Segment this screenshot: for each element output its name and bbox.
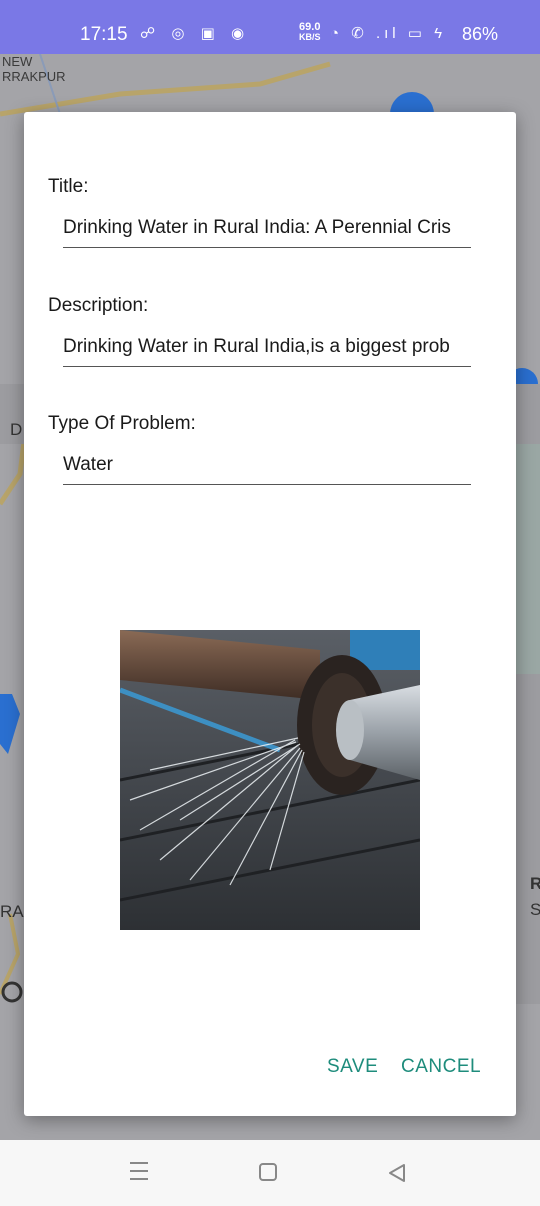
- cancel-button[interactable]: CANCEL: [401, 1056, 481, 1078]
- map-side-text: RA: [0, 902, 24, 921]
- network-speed-value: 69.0: [299, 21, 321, 33]
- map-side-text: R: [530, 874, 540, 893]
- status-bar: 17:15 ☍ ◎ ▣ ◉ 69.0 KB/S ◔ ✆ .ıl ▭ ϟ 86%: [0, 0, 540, 54]
- map-area-label: NEW RRAKPUR: [2, 54, 66, 84]
- notification-icons: ☍ ◎ ▣ ◉: [140, 25, 251, 42]
- battery-percent: 86%: [462, 24, 499, 44]
- map-side-text: S: [530, 900, 540, 919]
- map-side-text: D: [10, 420, 23, 439]
- network-speed: 69.0 KB/S: [299, 21, 321, 43]
- problem-type-field[interactable]: Water: [63, 447, 471, 485]
- leaking-pipe-image: [120, 630, 420, 930]
- description-label: Description:: [48, 295, 149, 316]
- title-label: Title:: [48, 176, 89, 197]
- map-result-card: [516, 674, 540, 1004]
- save-button[interactable]: SAVE: [327, 1056, 378, 1078]
- title-field[interactable]: Drinking Water in Rural India: A Perenni…: [63, 210, 471, 248]
- system-icons: ◔ ✆ .ıl ▭ ϟ: [330, 25, 447, 42]
- clock: 17:15: [80, 24, 128, 45]
- back-icon[interactable]: [386, 1162, 408, 1184]
- network-speed-unit: KB/S: [299, 32, 321, 42]
- system-navigation-bar: [0, 1140, 540, 1206]
- description-field[interactable]: Drinking Water in Rural India,is a bigge…: [63, 329, 471, 367]
- report-problem-dialog: Title: Drinking Water in Rural India: A …: [24, 112, 516, 1116]
- recent-apps-icon[interactable]: [130, 1162, 148, 1186]
- problem-type-label: Type Of Problem:: [48, 413, 196, 434]
- home-icon[interactable]: [259, 1163, 277, 1181]
- problem-photo[interactable]: [120, 630, 420, 930]
